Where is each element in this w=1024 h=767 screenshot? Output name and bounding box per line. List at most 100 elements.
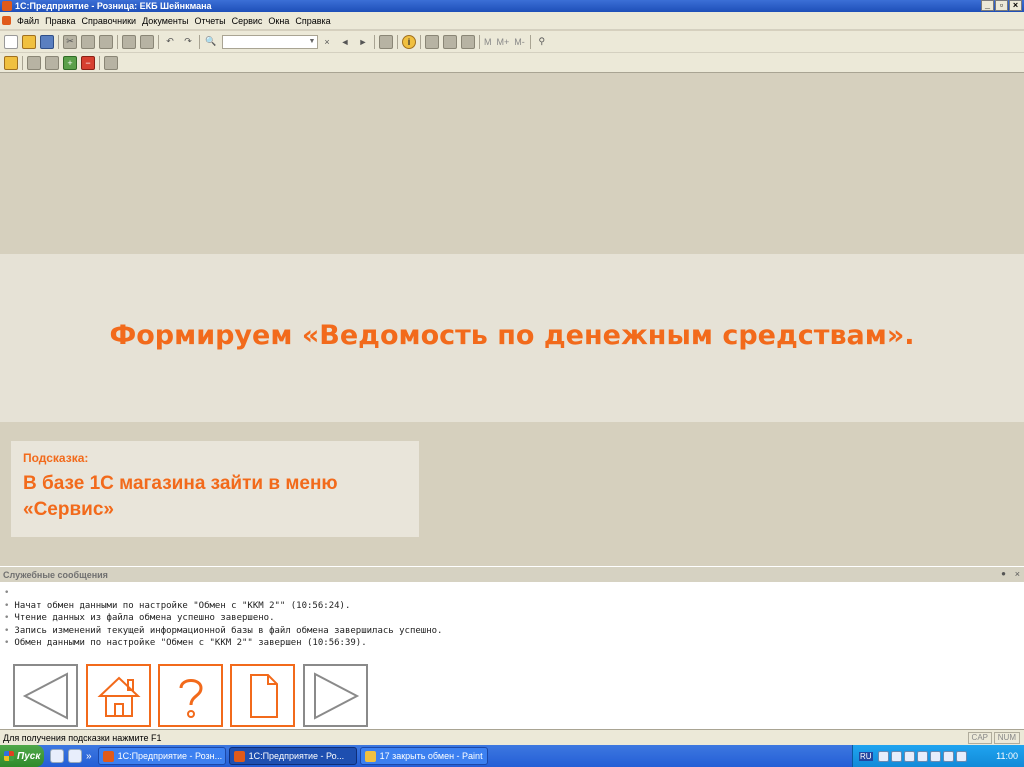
menu-help[interactable]: Справка [295, 16, 330, 26]
system-tray: RU 11:00 [852, 745, 1024, 767]
window-icon[interactable] [379, 34, 393, 49]
menu-reports[interactable]: Отчеты [194, 16, 225, 26]
chevron-down-icon[interactable]: ▼ [307, 36, 317, 48]
standard-toolbar: ✂ ↶ ↷ 🔍 ▼ × ◄ ► i M M+ M- ⚲ [0, 31, 1024, 53]
message-line: • Чтение данных из файла обмена успешно з… [4, 612, 1024, 625]
journal-icon[interactable] [27, 55, 41, 70]
pin-icon[interactable]: ● [1001, 569, 1006, 578]
cut-icon[interactable]: ✂ [63, 34, 77, 49]
calendar-icon[interactable] [443, 34, 457, 49]
message-line: • Запись изменений текущей информационной… [4, 625, 1024, 638]
hint-label: Подсказка: [23, 451, 89, 465]
remove-icon[interactable]: − [81, 55, 95, 70]
tray-icon[interactable] [942, 750, 954, 762]
search-icon[interactable]: 🔍 [204, 35, 218, 49]
task-1c-window-2[interactable]: 1С:Предприятие - Ро... [228, 747, 357, 765]
toolbar-separator [199, 34, 200, 49]
close-button[interactable]: × [1009, 0, 1022, 11]
clear-icon[interactable]: × [320, 35, 334, 49]
tray-icon[interactable] [877, 750, 889, 762]
print-icon[interactable] [122, 34, 136, 49]
tools-icon[interactable]: ⚲ [535, 35, 549, 49]
toolbar-separator [58, 34, 59, 49]
sort-icon[interactable] [45, 55, 59, 70]
bullet-icon: • [4, 588, 10, 598]
menu-file[interactable]: Файл [17, 16, 39, 26]
task-label: 1С:Предприятие - Ро... [248, 751, 345, 761]
back-arrow-icon [22, 671, 68, 720]
nav-help-button[interactable] [158, 664, 223, 727]
secondary-toolbar: + − [0, 53, 1024, 73]
menu-service[interactable]: Сервис [232, 16, 263, 26]
menu-catalogs[interactable]: Справочники [82, 16, 137, 26]
menu-1c-icon[interactable] [2, 16, 11, 25]
hint-text: В базе 1С магазина зайти в меню «Сервис» [23, 473, 338, 520]
paint-icon [364, 750, 376, 762]
back-icon[interactable]: ◄ [338, 35, 352, 49]
nav-back-button[interactable] [13, 664, 78, 727]
desktop-icon[interactable] [68, 749, 82, 763]
start-button[interactable]: Пуск [0, 745, 44, 767]
copy-icon[interactable] [81, 34, 95, 49]
menu-bar: Файл Правка Справочники Документы Отчеты… [0, 12, 1024, 30]
tray-icon[interactable] [929, 750, 941, 762]
calculator-icon[interactable] [425, 34, 439, 49]
menu-edit[interactable]: Правка [45, 16, 75, 26]
folder-icon[interactable] [4, 55, 18, 70]
open-folder-icon[interactable] [22, 34, 36, 49]
language-indicator[interactable]: RU [859, 751, 873, 761]
messages-panel-header: Служебные сообщения ● × [0, 566, 1024, 582]
tray-icon[interactable] [903, 750, 915, 762]
toolbar-separator [158, 34, 159, 49]
chevron-right-icon[interactable]: » [86, 751, 92, 762]
windows-taskbar: Пуск » 1С:Предприятие - Розн... 1С:Предп… [0, 745, 1024, 767]
clock[interactable]: 11:00 [996, 751, 1018, 761]
restore-button[interactable]: ▫ [995, 0, 1008, 11]
clipboard-icon[interactable] [461, 34, 475, 49]
memory-add-button[interactable]: M+ [497, 37, 510, 47]
message-text: Запись изменений текущей информационной … [14, 625, 443, 636]
new-document-icon[interactable] [4, 34, 18, 49]
tray-icon[interactable] [916, 750, 928, 762]
bullet-icon: • [4, 600, 10, 611]
preview-icon[interactable] [140, 34, 154, 49]
message-line: • [4, 587, 1024, 600]
toolbar-separator [397, 34, 398, 49]
close-icon[interactable]: × [1015, 569, 1020, 579]
caps-indicator: CAP [967, 732, 992, 744]
message-line: • Начат обмен данными по настройке "Обмен… [4, 600, 1024, 613]
add-icon[interactable]: + [63, 55, 77, 70]
task-label: 1С:Предприятие - Розн... [117, 751, 223, 761]
menu-windows[interactable]: Окна [268, 16, 289, 26]
window-title: 1С:Предприятие - Розница: ЕКБ Шейнкмана [15, 1, 212, 11]
num-indicator: NUM [993, 732, 1020, 744]
undo-icon[interactable]: ↶ [163, 35, 177, 49]
search-input[interactable]: ▼ [222, 34, 318, 49]
paste-icon[interactable] [99, 34, 113, 49]
toolbar-separator [529, 34, 531, 49]
nav-document-button[interactable] [230, 664, 295, 727]
nav-forward-button[interactable] [303, 664, 368, 727]
task-1c-window-1[interactable]: 1С:Предприятие - Розн... [97, 747, 226, 765]
slide-banner: Формируем «Ведомость по денежным средств… [0, 254, 1024, 422]
forward-icon[interactable]: ► [356, 35, 370, 49]
tray-icon[interactable] [890, 750, 902, 762]
tray-icon[interactable] [955, 750, 967, 762]
task-label: 17 закрыть обмен - Paint [379, 751, 483, 761]
task-paint[interactable]: 17 закрыть обмен - Paint [359, 747, 488, 765]
minimize-button[interactable]: _ [981, 0, 994, 11]
slide-title: Формируем «Ведомость по денежным средств… [109, 319, 915, 351]
browser-icon[interactable] [50, 749, 64, 763]
save-icon[interactable] [40, 34, 54, 49]
1c-icon [233, 750, 245, 762]
memory-subtract-button[interactable]: M- [514, 37, 525, 47]
home-icon [96, 676, 141, 717]
info-icon[interactable]: i [402, 34, 416, 49]
redo-icon[interactable]: ↷ [181, 35, 195, 49]
memory-store-button[interactable]: M [484, 37, 492, 47]
menu-documents[interactable]: Документы [142, 16, 188, 26]
question-icon [179, 678, 203, 718]
start-label: Пуск [17, 750, 41, 762]
nav-home-button[interactable] [86, 664, 151, 727]
settings-icon[interactable] [104, 55, 118, 70]
